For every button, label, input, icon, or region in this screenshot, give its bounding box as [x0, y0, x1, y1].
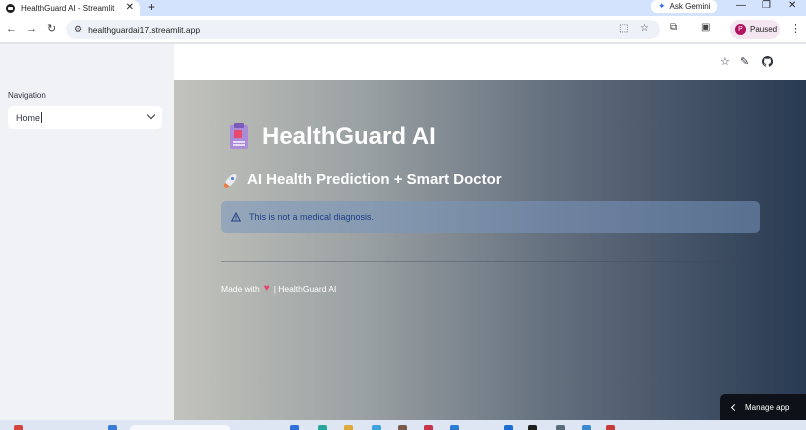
bookmark-star-icon[interactable]: ☆: [640, 23, 649, 34]
taskbar-app-icon[interactable]: [582, 425, 591, 430]
app-header: ☆ ✎: [174, 44, 806, 80]
streamlit-favicon-icon: [6, 3, 15, 13]
title-row: HealthGuard AI: [228, 123, 436, 151]
chevron-left-icon: [730, 403, 739, 411]
taskbar-search-box[interactable]: [130, 425, 230, 430]
profile-avatar: P: [735, 24, 746, 35]
profile-button[interactable]: P Paused: [730, 20, 780, 39]
taskbar-app-icon[interactable]: [372, 425, 381, 430]
manage-app-button[interactable]: Manage app: [720, 394, 806, 420]
browser-toolbar: ← → ↻ ⚙ healthguardai17.streamlit.app ⬚ …: [0, 16, 806, 43]
footer-prefix: Made with: [221, 283, 260, 294]
clipboard-medical-icon: [228, 123, 252, 151]
main-content: HealthGuard AI AI Health Prediction + Sm…: [174, 80, 806, 420]
site-settings-icon[interactable]: ⚙: [74, 24, 82, 35]
page-subtitle: AI Health Prediction + Smart Doctor: [247, 171, 502, 188]
manage-app-label: Manage app: [745, 402, 790, 412]
subtitle-row: AI Health Prediction + Smart Doctor: [224, 171, 502, 188]
gemini-spark-icon: ✦: [658, 1, 666, 11]
github-icon[interactable]: [761, 55, 774, 70]
warning-text: This is not a medical diagnosis.: [249, 212, 375, 222]
ask-gemini-button[interactable]: ✦ Ask Gemini: [651, 0, 718, 13]
install-app-icon[interactable]: ⬚: [619, 23, 628, 34]
profile-status: Paused: [750, 25, 778, 34]
taskbar-app-icon[interactable]: [108, 425, 117, 430]
rocket-icon: [224, 171, 240, 188]
text-caret: [41, 112, 43, 123]
reload-icon[interactable]: ↻: [47, 22, 56, 36]
tab-title: HealthGuard AI - Streamlit: [21, 3, 115, 13]
minimize-icon[interactable]: —: [736, 0, 746, 12]
chevron-down-icon: [146, 110, 156, 120]
window-close-icon[interactable]: ✕: [788, 0, 796, 12]
divider: [221, 261, 760, 262]
taskbar-app-icon[interactable]: [290, 425, 299, 430]
footer: Made with ♥ | HealthGuard AI: [221, 283, 336, 294]
ask-gemini-label: Ask Gemini: [669, 2, 711, 11]
sidebar: Navigation Home: [0, 44, 174, 420]
navigation-select[interactable]: Home: [8, 106, 162, 129]
browser-menu-icon[interactable]: ⋮: [790, 22, 801, 35]
close-tab-icon[interactable]: ✕: [126, 3, 134, 13]
taskbar-app-icon[interactable]: [528, 425, 537, 430]
footer-suffix: | HealthGuard AI: [273, 283, 337, 294]
navigation-selected-value: Home: [16, 112, 41, 123]
url-text: healthguardai17.streamlit.app: [88, 24, 201, 35]
back-icon[interactable]: ←: [6, 22, 17, 36]
taskbar-app-icon[interactable]: [318, 425, 327, 430]
address-bar[interactable]: ⚙ healthguardai17.streamlit.app ⬚ ☆: [66, 20, 660, 39]
warning-triangle-icon: [231, 212, 241, 222]
taskbar-app-icon[interactable]: [606, 425, 615, 430]
browser-tab-strip: HealthGuard AI - Streamlit ✕ + ✦ Ask Gem…: [0, 0, 806, 16]
side-panel-icon[interactable]: ▣: [701, 22, 710, 33]
warning-alert: This is not a medical diagnosis.: [221, 201, 760, 233]
forward-icon[interactable]: →: [26, 22, 37, 36]
taskbar-app-icon[interactable]: [344, 425, 353, 430]
taskbar-app-icon[interactable]: [450, 425, 459, 430]
taskbar-app-icon[interactable]: [504, 425, 513, 430]
taskbar-app-icon[interactable]: [14, 425, 23, 430]
heart-icon: ♥: [263, 283, 270, 294]
favorite-star-icon[interactable]: ☆: [720, 56, 730, 68]
taskbar-app-icon[interactable]: [398, 425, 407, 430]
new-tab-button[interactable]: +: [148, 0, 155, 14]
restore-icon[interactable]: ❐: [762, 0, 771, 12]
taskbar-app-icon[interactable]: [424, 425, 433, 430]
browser-tab[interactable]: HealthGuard AI - Streamlit ✕: [0, 0, 140, 16]
page-title: HealthGuard AI: [262, 123, 436, 150]
os-taskbar: [0, 420, 806, 430]
navigation-label: Navigation: [8, 91, 46, 100]
extensions-icon[interactable]: ⧉: [670, 22, 677, 33]
edit-pencil-icon[interactable]: ✎: [740, 56, 749, 68]
taskbar-app-icon[interactable]: [556, 425, 565, 430]
